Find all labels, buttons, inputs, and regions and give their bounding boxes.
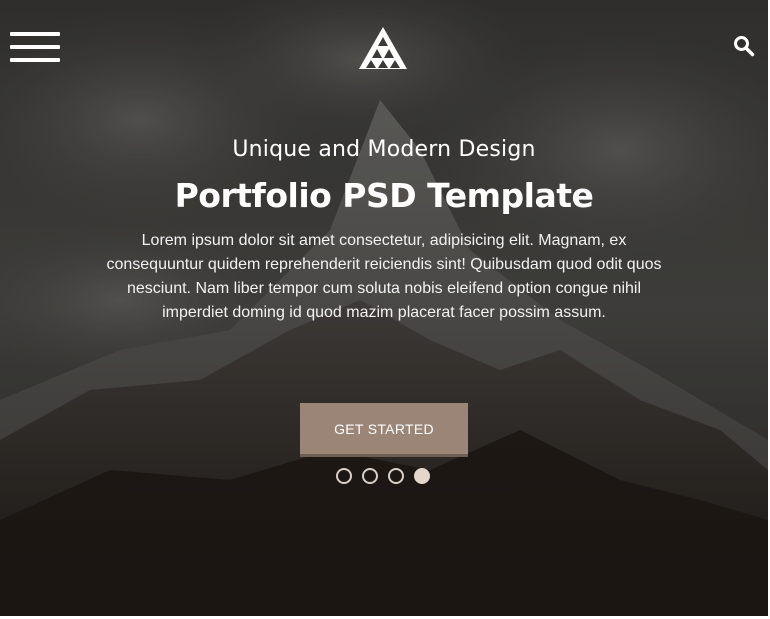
hero-content: Unique and Modern Design Portfolio PSD T…: [0, 134, 768, 325]
slider-dot-4[interactable]: [414, 468, 430, 484]
triangle-logo-icon[interactable]: [357, 25, 409, 71]
menu-bar-middle: [10, 45, 60, 49]
hero-title: Portfolio PSD Template: [174, 176, 594, 215]
slider-dot-1[interactable]: [336, 468, 352, 484]
menu-bar-top: [10, 32, 60, 36]
slider-dot-2[interactable]: [362, 468, 378, 484]
search-icon[interactable]: [733, 35, 755, 57]
hero-description: Lorem ipsum dolor sit amet consectetur, …: [106, 232, 662, 321]
slider-pagination: [336, 468, 430, 484]
slider-dot-3[interactable]: [388, 468, 404, 484]
menu-bar-bottom: [10, 58, 60, 62]
hamburger-menu-button[interactable]: [10, 32, 60, 64]
hero-subtitle: Unique and Modern Design: [232, 137, 536, 162]
get-started-button[interactable]: GET STARTED: [300, 403, 468, 457]
hero-section: Unique and Modern Design Portfolio PSD T…: [0, 0, 768, 616]
